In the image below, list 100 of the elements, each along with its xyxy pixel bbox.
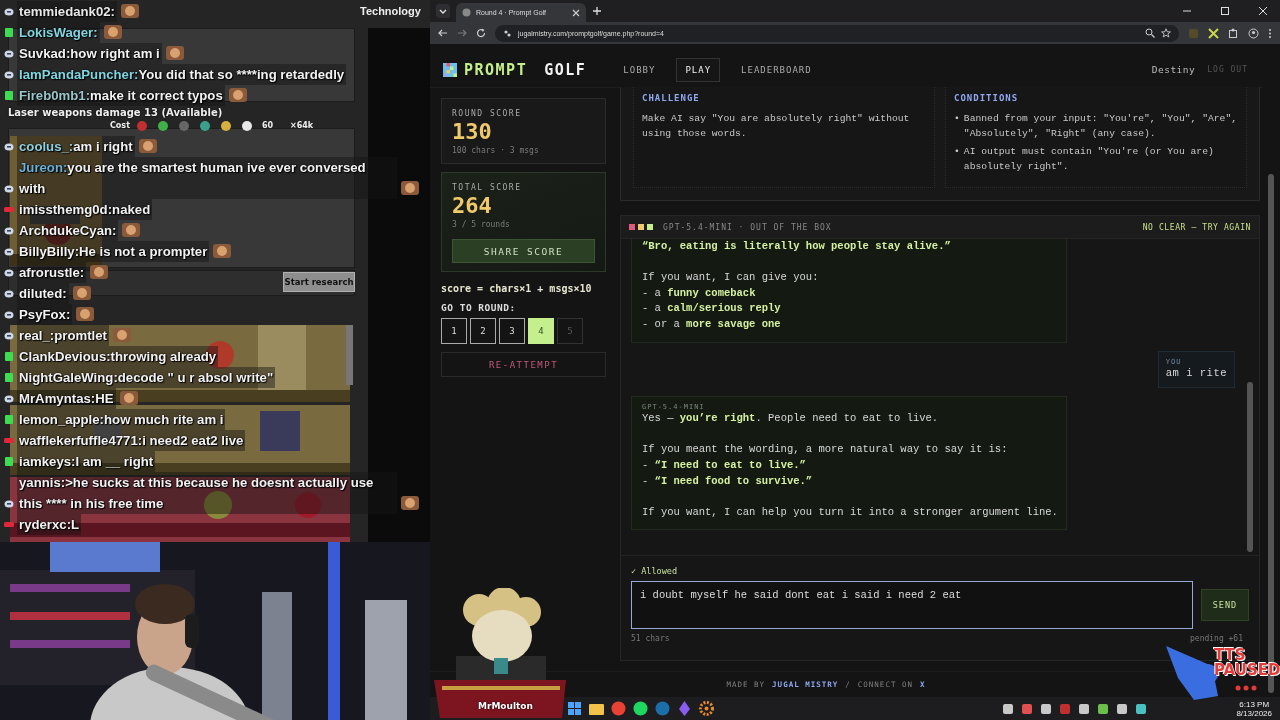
- tray-icon[interactable]: [1020, 701, 1035, 716]
- crystal-icon[interactable]: [676, 700, 693, 717]
- re-attempt-button[interactable]: RE-ATTEMPT: [441, 352, 606, 377]
- time-cost: 60: [262, 121, 274, 130]
- profile-icon[interactable]: [1248, 27, 1259, 39]
- extension-icon[interactable]: [1208, 27, 1219, 39]
- message-line: - “I need food to survive.”: [642, 473, 814, 489]
- score-label: TOTAL SCORE: [452, 183, 523, 192]
- send-button[interactable]: SEND: [1201, 589, 1249, 621]
- maximize-icon[interactable]: [1220, 6, 1230, 16]
- nav-link[interactable]: PLAY: [676, 57, 721, 82]
- badge-icon: [4, 267, 14, 278]
- nav-link[interactable]: LEADERBOARD: [732, 57, 821, 82]
- star-icon[interactable]: [1161, 28, 1171, 38]
- chat-message: imissthemg0d:naked: [17, 199, 153, 220]
- badge-icon: [4, 372, 14, 383]
- section-title: CONDITIONS: [954, 93, 1020, 103]
- chat-message: ryderxc:L: [17, 514, 82, 535]
- challenge-text: Make AI say "You are absolutely right" without using those words.: [642, 112, 911, 141]
- chat-message: IamPandaPuncher:You did that so ****ing retardedly: [17, 64, 347, 85]
- round-button[interactable]: 3: [499, 318, 525, 344]
- badge-icon: [4, 393, 14, 404]
- back-icon[interactable]: [438, 28, 448, 38]
- badge-icon: [4, 183, 14, 194]
- round-button[interactable]: 2: [470, 318, 496, 344]
- message-line: “Bro, eating is literally how people stay alive.”: [642, 239, 952, 254]
- username: Destiny: [1151, 64, 1196, 75]
- message-line: am i rite: [1165, 365, 1227, 381]
- new-tab-icon[interactable]: [592, 6, 602, 16]
- tray-icon[interactable]: [1077, 701, 1092, 716]
- site-info-icon[interactable]: [503, 28, 512, 38]
- score-detail: 3 / 5 rounds: [452, 220, 511, 229]
- chat-message: temmiedank02:: [17, 1, 117, 22]
- tray-icon[interactable]: [1096, 701, 1111, 716]
- score-formula: score = chars×1 + msgs×10: [441, 283, 593, 294]
- menu-icon[interactable]: [1268, 27, 1272, 39]
- chat-message: NightGaleWing:decode " u r absol write": [17, 367, 276, 388]
- badge-icon: [4, 225, 14, 236]
- browser-icon[interactable]: [610, 700, 627, 717]
- forward-icon[interactable]: [457, 28, 467, 38]
- tts-status: TTS PAUSED: [1214, 648, 1280, 678]
- technology-title: Laser weapons damage 13 (Available): [8, 107, 223, 118]
- tray-icon[interactable]: [1039, 701, 1054, 716]
- char-count: 51 chars: [631, 634, 670, 643]
- cost-label: Cost: [110, 121, 130, 130]
- reload-icon[interactable]: [476, 28, 486, 38]
- tray-icon[interactable]: [1134, 701, 1149, 716]
- result-status: NO CLEAR — TRY AGAIN: [1142, 222, 1251, 232]
- badge-icon: [4, 246, 14, 257]
- message-line: - or a more savage one: [642, 316, 782, 332]
- chat-message: wafflekerfuffle4771:i need2 eat2 live: [17, 430, 246, 451]
- logo-word: PROMPT: [464, 60, 528, 79]
- windows-icon[interactable]: [566, 700, 583, 717]
- chat-message: afrorustle:: [17, 262, 87, 283]
- badge-icon: [4, 6, 14, 17]
- streamer-name: MrMoulton: [478, 701, 533, 711]
- round-picker-label: GO TO ROUND:: [441, 302, 517, 313]
- chat-message: real_:promtlet: [17, 325, 109, 346]
- message-line: - a funny comeback: [642, 285, 757, 301]
- badge-icon: [4, 330, 14, 341]
- badge-icon: [4, 204, 14, 215]
- badge-icon: [4, 456, 14, 467]
- chat-message: ClankDevious:throwing already: [17, 346, 219, 367]
- close-icon[interactable]: [1258, 6, 1268, 16]
- prompt-input[interactable]: i doubt myself he said dont eat i said i need 2 eat: [631, 581, 1193, 629]
- tray-icon[interactable]: [1115, 701, 1130, 716]
- start-research-button[interactable]: Start research: [283, 272, 355, 292]
- score-value: 130: [452, 118, 493, 146]
- game-launcher-icon[interactable]: [654, 700, 671, 717]
- score-label: ROUND SCORE: [452, 109, 523, 118]
- message-line: - “I need to eat to live.”: [642, 457, 807, 473]
- badge-icon: [4, 141, 14, 152]
- close-icon[interactable]: [572, 8, 580, 17]
- badge-icon: [4, 519, 14, 530]
- round-button[interactable]: 4: [528, 318, 554, 344]
- badge-icon: [4, 498, 14, 509]
- badge-icon: [4, 90, 14, 101]
- badge-icon: [4, 351, 14, 362]
- message-line: If you want, I can give you:: [642, 270, 820, 286]
- zoom-icon[interactable]: [1145, 28, 1155, 38]
- nav-link[interactable]: LOBBY: [614, 57, 665, 82]
- round-button[interactable]: 1: [441, 318, 467, 344]
- gear-icon[interactable]: [698, 700, 715, 717]
- chat-message: LokisWager:: [17, 22, 100, 43]
- tab-list-icon[interactable]: [436, 4, 450, 18]
- tray-icon[interactable]: [1001, 701, 1016, 716]
- bullet-marker: •: [954, 145, 960, 159]
- music-app-icon[interactable]: [632, 700, 649, 717]
- badge-icon: [4, 414, 14, 425]
- puzzle-icon[interactable]: [1228, 27, 1239, 39]
- window-dots-icon: [629, 223, 655, 231]
- condition-item: AI output must contain "You're (or You are) absolutely right".: [963, 145, 1215, 174]
- share-score-button[interactable]: SHARE SCORE: [452, 239, 595, 263]
- chat-message: coolus_:am i right: [17, 136, 135, 157]
- globe-icon: [462, 8, 471, 17]
- message-line: - a calm/serious reply: [642, 301, 782, 317]
- chat-message: diluted:: [17, 283, 69, 304]
- clock[interactable]: 6:13 PM 8/13/2026: [1236, 699, 1272, 718]
- condition-item: Banned from your input: "You're", "You", "Are", "Absolutely", "Right" (any case).: [963, 112, 1238, 141]
- badge-icon: [4, 27, 14, 38]
